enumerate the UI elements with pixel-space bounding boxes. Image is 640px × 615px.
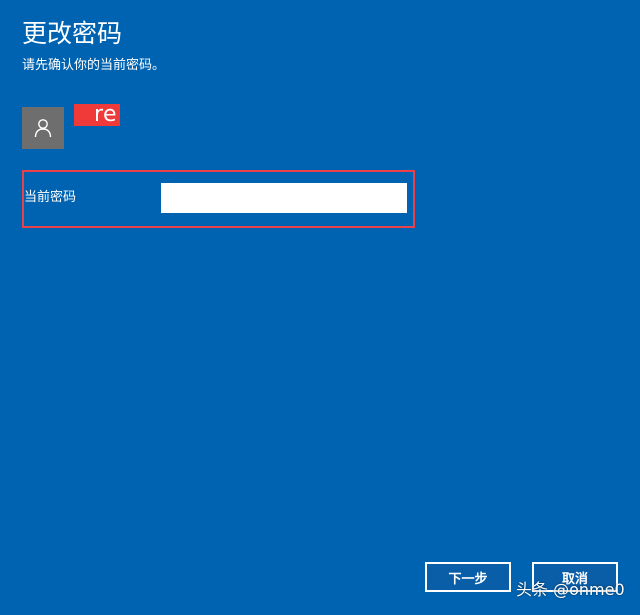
current-password-input[interactable] bbox=[161, 183, 407, 213]
current-password-field-group: 当前密码 bbox=[22, 170, 415, 228]
person-icon bbox=[34, 119, 52, 138]
avatar bbox=[22, 107, 64, 149]
page-title: 更改密码 bbox=[22, 19, 123, 48]
current-password-label: 当前密码 bbox=[24, 190, 77, 205]
username-text: re bbox=[94, 102, 118, 127]
watermark: 头条 @onme0 bbox=[516, 580, 625, 599]
next-button[interactable]: 下一步 bbox=[425, 562, 511, 592]
username: re bbox=[74, 101, 120, 129]
subtitle: 请先确认你的当前密码。 bbox=[22, 58, 166, 73]
